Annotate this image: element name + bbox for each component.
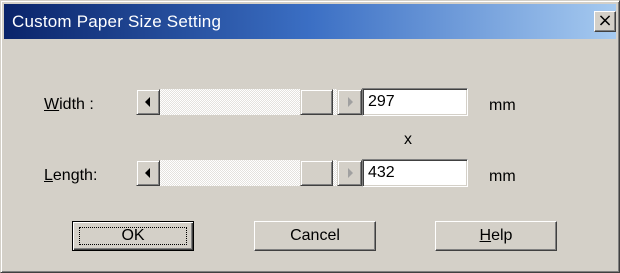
custom-paper-size-dialog: Custom Paper Size Setting × Width : mm x… [0,0,620,273]
right-arrow-icon [348,97,353,107]
cancel-button[interactable]: Cancel [254,221,376,251]
dimension-separator: x [404,131,412,148]
length-label: Length: [44,167,98,184]
title-bar[interactable]: Custom Paper Size Setting × [4,4,616,39]
width-scrollbar[interactable] [136,89,362,115]
left-arrow-icon [145,97,150,107]
width-scroll-thumb[interactable] [300,89,333,115]
length-scroll-right-button[interactable] [337,160,362,186]
help-button[interactable]: Help [435,221,557,251]
width-scroll-left-button[interactable] [136,89,160,115]
cancel-button-label: Cancel [290,227,340,244]
right-arrow-icon [348,168,353,178]
width-label: Width : [44,96,94,113]
help-button-label: Help [479,227,513,244]
length-input[interactable] [362,159,468,187]
close-icon: × [597,10,613,31]
ok-button-label: OK [121,227,145,244]
width-input[interactable] [362,88,468,116]
close-button[interactable]: × [594,11,616,32]
length-scroll-left-button[interactable] [136,160,160,186]
width-unit: mm [489,97,516,114]
length-scrollbar[interactable] [136,160,362,186]
width-scroll-right-button[interactable] [337,89,362,115]
ok-button[interactable]: OK [72,221,194,251]
dialog-title: Custom Paper Size Setting [12,12,222,31]
left-arrow-icon [145,168,150,178]
length-unit: mm [489,168,516,185]
length-scroll-thumb[interactable] [300,160,333,186]
